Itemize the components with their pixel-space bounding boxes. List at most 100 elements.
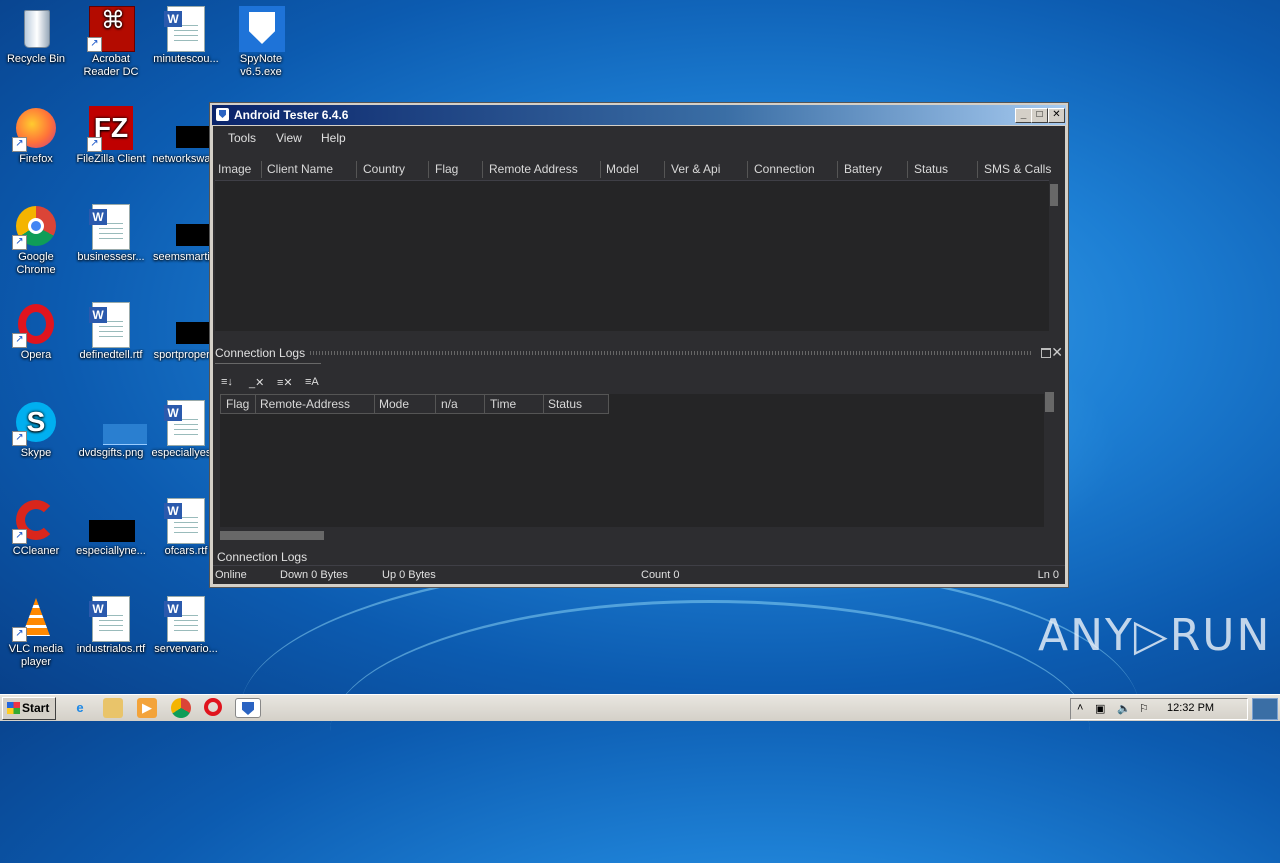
desktop-icon-label: definedtell.rtf — [79, 349, 143, 361]
desktop-icon-label: Google Chrome — [16, 251, 56, 276]
clock[interactable]: 12:32 PM — [1167, 702, 1214, 714]
shortcut-arrow-icon: ↗ — [12, 431, 27, 446]
connection-logs-title: Connection Logs — [215, 346, 306, 360]
word-document-icon: W — [89, 302, 133, 348]
column-header-remote-address[interactable]: Remote-Address — [260, 397, 350, 411]
tab-connection-logs[interactable]: Connection Logs — [217, 550, 307, 564]
desktop-icon-opera[interactable]: ↗ Opera — [0, 302, 72, 362]
shortcut-arrow-icon: ↗ — [12, 137, 27, 152]
menu-tools[interactable]: Tools — [228, 131, 256, 145]
file-explorer-icon[interactable] — [103, 698, 123, 718]
column-header-flag[interactable]: Flag — [435, 162, 458, 176]
panel-grip[interactable] — [310, 351, 1031, 355]
desktop-icon-label: Recycle Bin — [6, 53, 66, 65]
desktop-icon-acrobat[interactable]: ⌘ ↗ Acrobat Reader DC — [75, 6, 147, 79]
close-button[interactable]: ✕ — [1048, 108, 1065, 123]
app-shield-icon — [242, 702, 254, 715]
column-header-mode[interactable]: Mode — [379, 397, 409, 411]
desktop-icon-image-file[interactable]: dvdsgifts.png — [75, 400, 147, 460]
desktop-icon-filezilla[interactable]: FZ ↗ FileZilla Client — [75, 106, 147, 166]
format-logs-icon[interactable]: ≡A — [305, 376, 319, 388]
panel-close-icon[interactable]: ✕ — [1051, 344, 1063, 361]
app-window: Android Tester 6.4.6 _ □ ✕ Tools View He… — [209, 102, 1069, 588]
desktop-icon-label: industrialos.rtf — [76, 643, 146, 655]
status-down-bytes: Down 0 Bytes — [280, 569, 348, 581]
column-header-sms-calls[interactable]: SMS & Calls — [984, 162, 1051, 176]
show-desktop-button[interactable] — [1252, 698, 1278, 720]
column-header-remote-address[interactable]: Remote Address — [489, 162, 578, 176]
desktop-icon-vlc[interactable]: ↗ VLC media player — [0, 596, 72, 669]
menu-bar: Tools View Help — [213, 126, 1065, 150]
sort-logs-icon[interactable]: ≡↓ — [221, 376, 233, 388]
connection-logs-grid[interactable]: Flag Remote-Address Mode n/a Time Status — [220, 390, 1056, 540]
media-player-icon[interactable]: ▶ — [137, 698, 157, 718]
logs-vertical-scroll-thumb[interactable] — [1045, 392, 1054, 412]
column-header-status[interactable]: Status — [914, 162, 948, 176]
column-header-status[interactable]: Status — [548, 397, 582, 411]
desktop-icon-skype[interactable]: S ↗ Skype — [0, 400, 72, 460]
taskbar: Start e ▶ ˄ ▣ 🔈 ⚐ 12:32 PM — [0, 694, 1280, 721]
skype-icon: S ↗ — [12, 400, 58, 446]
internet-explorer-icon[interactable]: e — [70, 698, 90, 718]
column-header-country[interactable]: Country — [363, 162, 405, 176]
desktop-icon-firefox[interactable]: ↗ Firefox — [0, 106, 72, 166]
tray-expand-icon[interactable]: ˄ — [1077, 702, 1083, 714]
anyrun-watermark: ANY▷RUN — [1038, 610, 1272, 661]
title-bar[interactable]: Android Tester 6.4.6 _ □ ✕ — [212, 105, 1066, 125]
clear-logs-icon[interactable]: _✕ — [249, 376, 264, 389]
minimize-button[interactable]: _ — [1015, 108, 1032, 123]
app-shield-icon — [216, 108, 229, 121]
word-document-icon: W — [89, 204, 133, 250]
column-header-battery[interactable]: Battery — [844, 162, 882, 176]
column-header-flag[interactable]: Flag — [226, 397, 249, 411]
desktop-icon-label: Skype — [20, 447, 52, 459]
shield-icon — [239, 6, 285, 52]
shortcut-arrow-icon: ↗ — [12, 627, 27, 642]
column-header-na[interactable]: n/a — [441, 397, 458, 411]
desktop-icon-redacted[interactable]: especiallyne... — [75, 498, 147, 558]
remove-logs-icon[interactable]: ≡✕ — [277, 376, 293, 389]
desktop-icon-label: servervario... — [154, 643, 218, 655]
desktop-icon-document[interactable]: W minutescou... — [150, 6, 222, 66]
network-icon[interactable]: ▣ — [1095, 702, 1105, 715]
menu-help[interactable]: Help — [321, 131, 346, 145]
desktop-icon-label: FileZilla Client — [76, 153, 146, 165]
desktop-icon-label: dvdsgifts.png — [78, 447, 144, 459]
desktop-icon-label: minutescou... — [153, 53, 219, 65]
android-tester-taskbar-button[interactable] — [235, 698, 261, 718]
logs-horizontal-scroll-thumb[interactable] — [220, 531, 324, 540]
desktop-icon-spynote[interactable]: SpyNote v6.5.exe — [225, 6, 297, 79]
desktop-icon-document[interactable]: W industrialos.rtf — [75, 596, 147, 656]
column-header-time[interactable]: Time — [490, 397, 516, 411]
desktop-icon-label: businessesr... — [77, 251, 145, 263]
desktop-icon-document[interactable]: W businessesr... — [75, 204, 147, 264]
start-button[interactable]: Start — [2, 697, 56, 720]
column-header-image[interactable]: Image — [218, 162, 251, 176]
start-label: Start — [22, 701, 50, 715]
column-header-ver-api[interactable]: Ver & Api — [671, 162, 720, 176]
column-header-client-name[interactable]: Client Name — [267, 162, 333, 176]
status-count: Count 0 — [641, 569, 680, 581]
desktop-icon-document[interactable]: W servervario... — [150, 596, 222, 656]
desktop-icon-ccleaner[interactable]: ↗ CCleaner — [0, 498, 72, 558]
desktop-icon-chrome[interactable]: ↗ Google Chrome — [0, 204, 72, 277]
ccleaner-icon: ↗ — [12, 498, 58, 544]
desktop-icon-document[interactable]: W definedtell.rtf — [75, 302, 147, 362]
shortcut-arrow-icon: ↗ — [12, 529, 27, 544]
redacted-icon — [89, 498, 135, 542]
maximize-button[interactable]: □ — [1031, 108, 1048, 123]
column-header-model[interactable]: Model — [606, 162, 639, 176]
desktop-icon-label: Acrobat Reader DC — [83, 53, 139, 78]
panel-maximize-icon[interactable] — [1041, 348, 1051, 358]
opera-taskbar-icon[interactable] — [204, 698, 222, 716]
action-center-flag-icon[interactable]: ⚐ — [1139, 702, 1149, 715]
desktop-icon-recycle-bin[interactable]: Recycle Bin — [0, 6, 72, 66]
clients-vertical-scroll-thumb[interactable] — [1050, 184, 1058, 206]
volume-icon[interactable]: 🔈 — [1117, 702, 1131, 715]
column-header-connection[interactable]: Connection — [754, 162, 815, 176]
menu-view[interactable]: View — [276, 131, 302, 145]
connection-logs-panel-header: Connection Logs ✕ — [213, 343, 1065, 363]
desktop-icon-label: Firefox — [19, 153, 53, 165]
clients-grid[interactable]: Image Client Name Country Flag Remote Ad… — [215, 159, 1059, 364]
chrome-taskbar-icon[interactable] — [171, 698, 191, 718]
